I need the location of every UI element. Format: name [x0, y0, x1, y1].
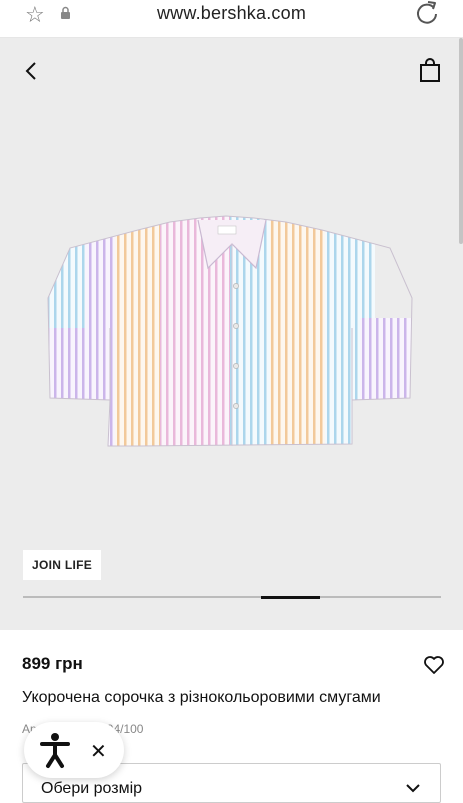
product-image-gallery[interactable]: JOIN LIFE [0, 38, 463, 630]
browser-url-bar: ☆ www.bershka.com [0, 0, 463, 38]
url-text[interactable]: www.bershka.com [0, 3, 463, 24]
product-title: Укорочена сорочка з різнокольоровими сму… [22, 689, 381, 706]
product-image [47, 215, 413, 447]
heart-icon[interactable] [423, 655, 445, 675]
shopping-bag-icon[interactable] [417, 57, 443, 83]
chevron-down-icon[interactable] [406, 783, 420, 793]
accessibility-widget[interactable]: ✕ [24, 722, 124, 778]
image-carousel-progress [23, 595, 441, 599]
product-price: 899 грн [22, 654, 83, 673]
size-select-label[interactable]: Обери розмір [41, 780, 142, 798]
join-life-badge: JOIN LIFE [23, 550, 102, 580]
close-icon[interactable]: ✕ [90, 739, 107, 764]
reload-icon[interactable] [414, 0, 440, 26]
progress-fill [261, 595, 320, 599]
page-scrollbar[interactable] [459, 38, 463, 244]
chevron-left-icon[interactable] [20, 59, 44, 83]
accessibility-icon[interactable] [34, 728, 76, 770]
